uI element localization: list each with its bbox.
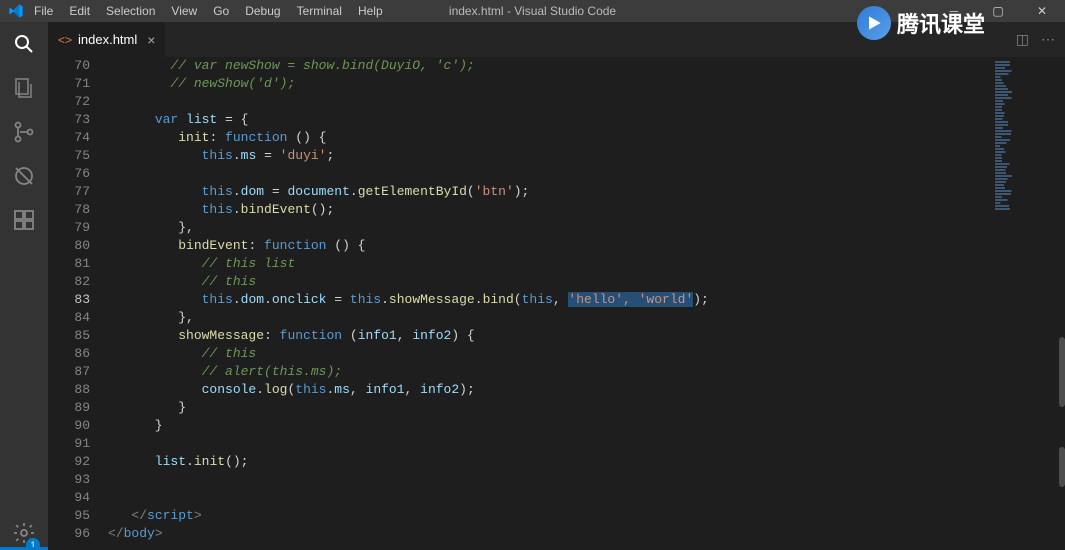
code-line[interactable]: } bbox=[108, 399, 985, 417]
code-line[interactable]: this.dom.onclick = this.showMessage.bind… bbox=[108, 291, 985, 309]
tab-index-html[interactable]: <> index.html × bbox=[48, 22, 166, 57]
code-line[interactable]: // alert(this.ms); bbox=[108, 363, 985, 381]
code-line[interactable]: showMessage: function (info1, info2) { bbox=[108, 327, 985, 345]
line-number: 75 bbox=[48, 147, 90, 165]
files-icon[interactable] bbox=[12, 76, 36, 100]
code-line[interactable]: // this list bbox=[108, 255, 985, 273]
code-area[interactable]: // var newShow = show.bind(DuyiO, 'c'); … bbox=[108, 57, 985, 550]
code-line[interactable] bbox=[108, 489, 985, 507]
code-line[interactable]: this.ms = 'duyi'; bbox=[108, 147, 985, 165]
line-number: 71 bbox=[48, 75, 90, 93]
code-line[interactable]: init: function () { bbox=[108, 129, 985, 147]
line-number: 74 bbox=[48, 129, 90, 147]
line-number: 86 bbox=[48, 345, 90, 363]
line-number: 85 bbox=[48, 327, 90, 345]
code-line[interactable]: </script> bbox=[108, 507, 985, 525]
code-line[interactable] bbox=[108, 435, 985, 453]
menu-go[interactable]: Go bbox=[213, 4, 229, 18]
vscode-logo-icon bbox=[8, 3, 24, 19]
line-number: 73 bbox=[48, 111, 90, 129]
extensions-icon[interactable] bbox=[12, 208, 36, 232]
editor-body[interactable]: 7071727374757677787980818283848586878889… bbox=[48, 57, 1065, 550]
code-line[interactable]: // var newShow = show.bind(DuyiO, 'c'); bbox=[108, 57, 985, 75]
code-line[interactable] bbox=[108, 471, 985, 489]
html-file-icon: <> bbox=[58, 33, 72, 47]
code-line[interactable]: this.bindEvent(); bbox=[108, 201, 985, 219]
line-number: 87 bbox=[48, 363, 90, 381]
editor-group: <> index.html × ◫ ⋯ 70717273747576777879… bbox=[48, 22, 1065, 550]
line-number: 88 bbox=[48, 381, 90, 399]
line-number: 77 bbox=[48, 183, 90, 201]
window-root: File Edit Selection View Go Debug Termin… bbox=[0, 0, 1065, 550]
search-icon[interactable] bbox=[12, 32, 36, 56]
menu-file[interactable]: File bbox=[34, 4, 53, 18]
line-number: 72 bbox=[48, 93, 90, 111]
line-number: 94 bbox=[48, 489, 90, 507]
line-number: 89 bbox=[48, 399, 90, 417]
menu-edit[interactable]: Edit bbox=[69, 4, 90, 18]
line-number: 91 bbox=[48, 435, 90, 453]
minimap-scrollbar[interactable] bbox=[1059, 337, 1065, 407]
tab-close-icon[interactable]: × bbox=[147, 32, 155, 48]
code-line[interactable]: </body> bbox=[108, 525, 985, 543]
split-editor-icon[interactable]: ◫ bbox=[1016, 31, 1029, 48]
source-control-icon[interactable] bbox=[12, 120, 36, 144]
code-line[interactable]: } bbox=[108, 417, 985, 435]
code-line[interactable]: bindEvent: function () { bbox=[108, 237, 985, 255]
line-number: 96 bbox=[48, 525, 90, 543]
code-line[interactable]: console.log(this.ms, info1, info2); bbox=[108, 381, 985, 399]
line-number: 93 bbox=[48, 471, 90, 489]
tab-label: index.html bbox=[78, 32, 137, 47]
brand-text: 腾讯课堂 bbox=[897, 7, 985, 39]
code-line[interactable]: // this bbox=[108, 345, 985, 363]
menu-help[interactable]: Help bbox=[358, 4, 383, 18]
window-title: index.html - Visual Studio Code bbox=[449, 4, 616, 18]
line-number: 70 bbox=[48, 57, 90, 75]
code-line[interactable]: }, bbox=[108, 219, 985, 237]
activity-bar: 1 bbox=[0, 22, 48, 550]
menu-view[interactable]: View bbox=[171, 4, 197, 18]
close-icon[interactable]: ✕ bbox=[1027, 4, 1057, 18]
code-line[interactable]: var list = { bbox=[108, 111, 985, 129]
code-line[interactable] bbox=[108, 93, 985, 111]
line-number: 81 bbox=[48, 255, 90, 273]
menu-terminal[interactable]: Terminal bbox=[297, 4, 342, 18]
line-number: 84 bbox=[48, 309, 90, 327]
line-number: 79 bbox=[48, 219, 90, 237]
line-number: 76 bbox=[48, 165, 90, 183]
minimap[interactable] bbox=[985, 57, 1065, 550]
menu-selection[interactable]: Selection bbox=[106, 4, 155, 18]
line-number: 82 bbox=[48, 273, 90, 291]
line-number: 78 bbox=[48, 201, 90, 219]
line-number: 95 bbox=[48, 507, 90, 525]
code-line[interactable]: this.dom = document.getElementById('btn'… bbox=[108, 183, 985, 201]
code-line[interactable]: list.init(); bbox=[108, 453, 985, 471]
code-line[interactable]: }, bbox=[108, 309, 985, 327]
line-number-gutter: 7071727374757677787980818283848586878889… bbox=[48, 57, 108, 550]
minimap-scrollbar[interactable] bbox=[1059, 447, 1065, 487]
maximize-icon[interactable]: ▢ bbox=[983, 4, 1013, 18]
menu-bar: File Edit Selection View Go Debug Termin… bbox=[34, 4, 383, 18]
line-number: 83 bbox=[48, 291, 90, 309]
line-number: 92 bbox=[48, 453, 90, 471]
brand-logo-icon bbox=[857, 6, 891, 40]
menu-debug[interactable]: Debug bbox=[245, 4, 280, 18]
brand-overlay: 腾讯课堂 bbox=[857, 6, 985, 40]
code-line[interactable] bbox=[108, 165, 985, 183]
code-line[interactable]: // newShow('d'); bbox=[108, 75, 985, 93]
line-number: 90 bbox=[48, 417, 90, 435]
line-number: 80 bbox=[48, 237, 90, 255]
code-line[interactable]: // this bbox=[108, 273, 985, 291]
more-actions-icon[interactable]: ⋯ bbox=[1041, 31, 1055, 48]
main-area: 1 <> index.html × ◫ ⋯ 707172737475767778… bbox=[0, 22, 1065, 550]
debug-icon[interactable] bbox=[12, 164, 36, 188]
